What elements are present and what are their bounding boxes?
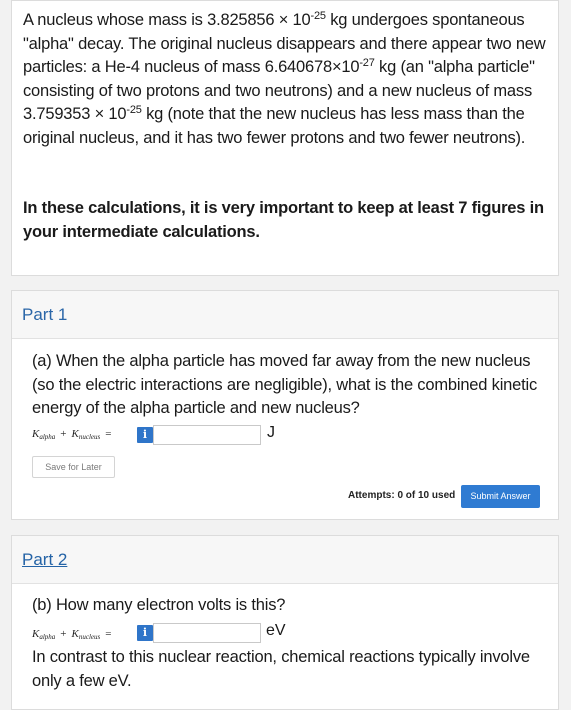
formula-subscript: alpha xyxy=(39,433,56,441)
precision-note: In these calculations, it is very import… xyxy=(23,199,544,241)
formula-symbol: K xyxy=(71,628,79,640)
part2-unit: eV xyxy=(266,622,286,639)
part2-title[interactable]: Part 2 xyxy=(22,550,67,570)
formula-operator: + xyxy=(60,428,67,440)
part2-contrast-text: In contrast to this nuclear reaction, ch… xyxy=(32,648,530,690)
part1-card: Part 1 (a) When the alpha particle has m… xyxy=(11,290,559,520)
exponent: -25 xyxy=(126,104,142,116)
info-icon[interactable]: i xyxy=(137,427,153,443)
attempts-counter: Attempts: 0 of 10 used xyxy=(348,490,456,501)
info-icon[interactable]: i xyxy=(137,625,153,641)
problem-statement-card: A nucleus whose mass is 3.825856 × 10-25… xyxy=(11,0,559,276)
submit-answer-button[interactable]: Submit Answer xyxy=(461,485,540,508)
formula-symbol: K xyxy=(71,428,79,440)
exponent: -25 xyxy=(310,10,327,22)
part2-header: Part 2 xyxy=(12,536,558,584)
part2-question: (b) How many electron volts is this? xyxy=(32,596,286,614)
part1-question: (a) When the alpha particle has moved fa… xyxy=(32,352,538,417)
formula-operator: = xyxy=(105,428,112,440)
formula-operator: = xyxy=(105,628,112,640)
part2-card: Part 2 (b) How many electron volts is th… xyxy=(11,535,559,710)
part2-answer-input[interactable] xyxy=(153,623,261,643)
formula-subscript: alpha xyxy=(39,633,56,641)
part1-unit: J xyxy=(267,424,275,441)
problem-text: A nucleus whose mass is 3.825856 × 10-25… xyxy=(23,9,551,150)
part1-header: Part 1 xyxy=(12,291,558,339)
part1-formula: Kalpha + Knucleus = xyxy=(32,428,116,441)
part2-formula: Kalpha + Knucleus = xyxy=(32,628,116,641)
formula-subscript: nucleus xyxy=(78,633,101,641)
problem-text-part: A nucleus whose mass is 3.825856 × 10 xyxy=(23,11,311,29)
exponent: -27 xyxy=(359,57,375,69)
part1-answer-input[interactable] xyxy=(153,425,261,445)
part1-title: Part 1 xyxy=(22,305,68,324)
formula-operator: + xyxy=(60,628,67,640)
formula-subscript: nucleus xyxy=(78,433,101,441)
save-for-later-button[interactable]: Save for Later xyxy=(32,456,115,478)
